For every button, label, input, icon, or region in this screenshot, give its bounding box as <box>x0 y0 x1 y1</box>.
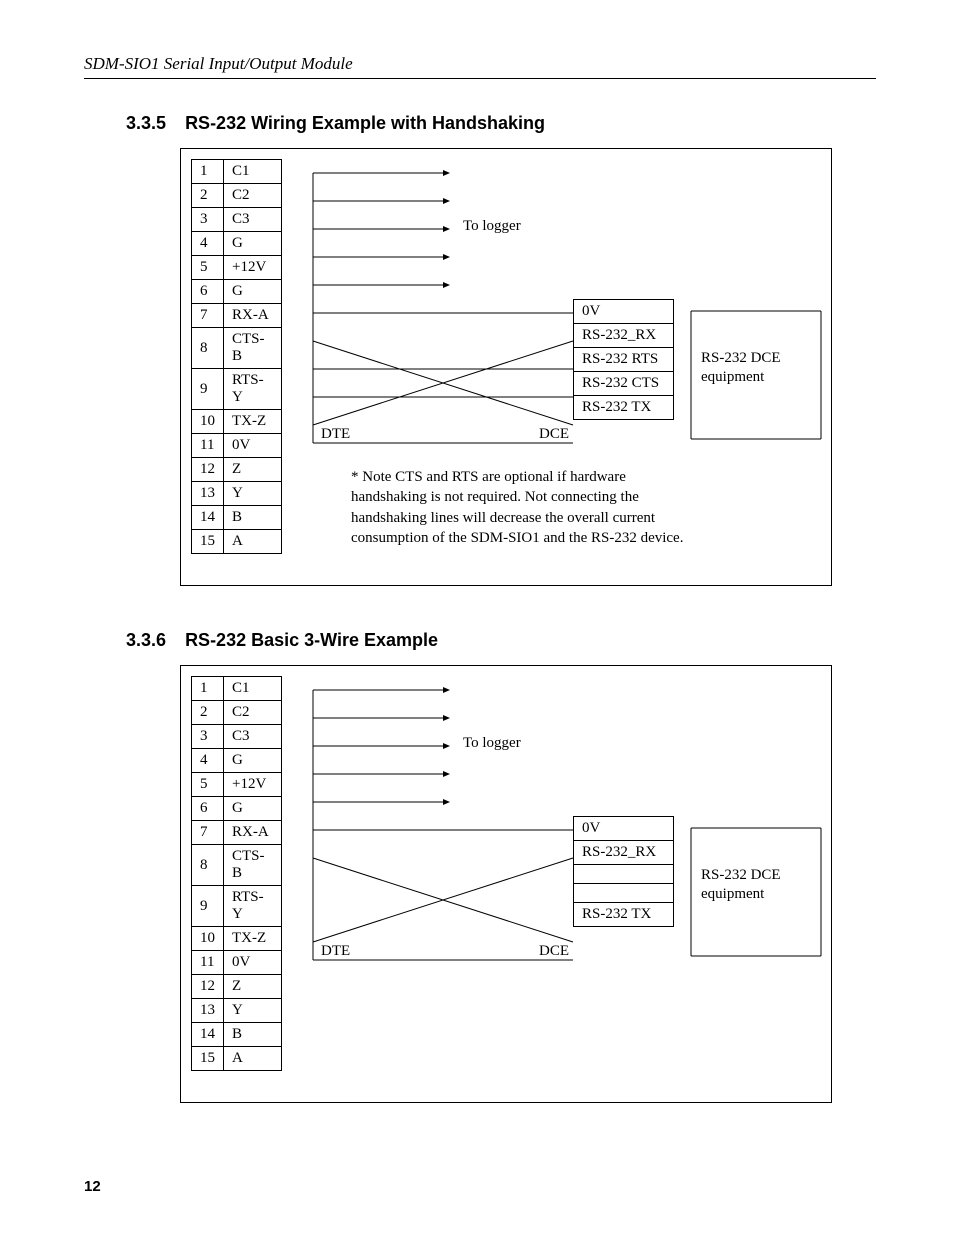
dce-label-a: DCE <box>539 426 569 443</box>
to-logger-a: To logger <box>463 218 521 235</box>
running-head: SDM-SIO1 Serial Input/Output Module <box>84 54 876 74</box>
pin-table-a: 1C1 2C2 3C3 4G 5+12V 6G 7RX-A 8CTS-B 9RT… <box>191 159 282 554</box>
dce-label-b: DCE <box>539 943 569 960</box>
dce-row: RS-232_RX <box>574 841 674 865</box>
dce-table-a: 0V RS-232_RX RS-232 RTS RS-232 CTS RS-23… <box>573 299 674 420</box>
page-number: 12 <box>84 1178 101 1195</box>
pin-table-b: 1C1 2C2 3C3 4G 5+12V 6G 7RX-A 8CTS-B 9RT… <box>191 676 282 1071</box>
dce-row <box>574 884 674 903</box>
note-a: * Note CTS and RTS are optional if hardw… <box>351 467 691 548</box>
section-title-a: RS-232 Wiring Example with Handshaking <box>185 113 545 133</box>
dce-equipment-label-b: RS-232 DCE equipment <box>701 866 811 904</box>
header-rule <box>84 78 876 79</box>
section-num-b: 3.3.6 <box>126 630 166 651</box>
dce-row: 0V <box>574 300 674 324</box>
to-logger-b: To logger <box>463 735 521 752</box>
dce-equipment-label-a: RS-232 DCE equipment <box>701 349 811 387</box>
dce-row: RS-232 TX <box>574 396 674 420</box>
dte-label-a: DTE <box>321 426 350 443</box>
dce-row <box>574 865 674 884</box>
dce-row: RS-232 TX <box>574 903 674 927</box>
figure-b-wrap: 1C1 2C2 3C3 4G 5+12V 6G 7RX-A 8CTS-B 9RT… <box>180 665 876 1103</box>
dce-row: RS-232 RTS <box>574 348 674 372</box>
section-heading-b: 3.3.6 RS-232 Basic 3-Wire Example <box>84 630 876 651</box>
section-title-b: RS-232 Basic 3-Wire Example <box>185 630 438 650</box>
dte-label-b: DTE <box>321 943 350 960</box>
dce-table-b: 0V RS-232_RX RS-232 TX <box>573 816 674 927</box>
dce-row: RS-232_RX <box>574 324 674 348</box>
section-num-a: 3.3.5 <box>126 113 166 134</box>
section-heading-a: 3.3.5 RS-232 Wiring Example with Handsha… <box>84 113 876 134</box>
figure-a: 1C1 2C2 3C3 4G 5+12V 6G 7RX-A 8CTS-B 9RT… <box>180 148 832 586</box>
figure-a-wrap: 1C1 2C2 3C3 4G 5+12V 6G 7RX-A 8CTS-B 9RT… <box>180 148 876 586</box>
page: SDM-SIO1 Serial Input/Output Module 3.3.… <box>0 0 954 1235</box>
pin-label: C1 <box>224 160 282 184</box>
dce-row: RS-232 CTS <box>574 372 674 396</box>
pin-num: 1 <box>192 160 224 184</box>
dce-row: 0V <box>574 817 674 841</box>
figure-b: 1C1 2C2 3C3 4G 5+12V 6G 7RX-A 8CTS-B 9RT… <box>180 665 832 1103</box>
